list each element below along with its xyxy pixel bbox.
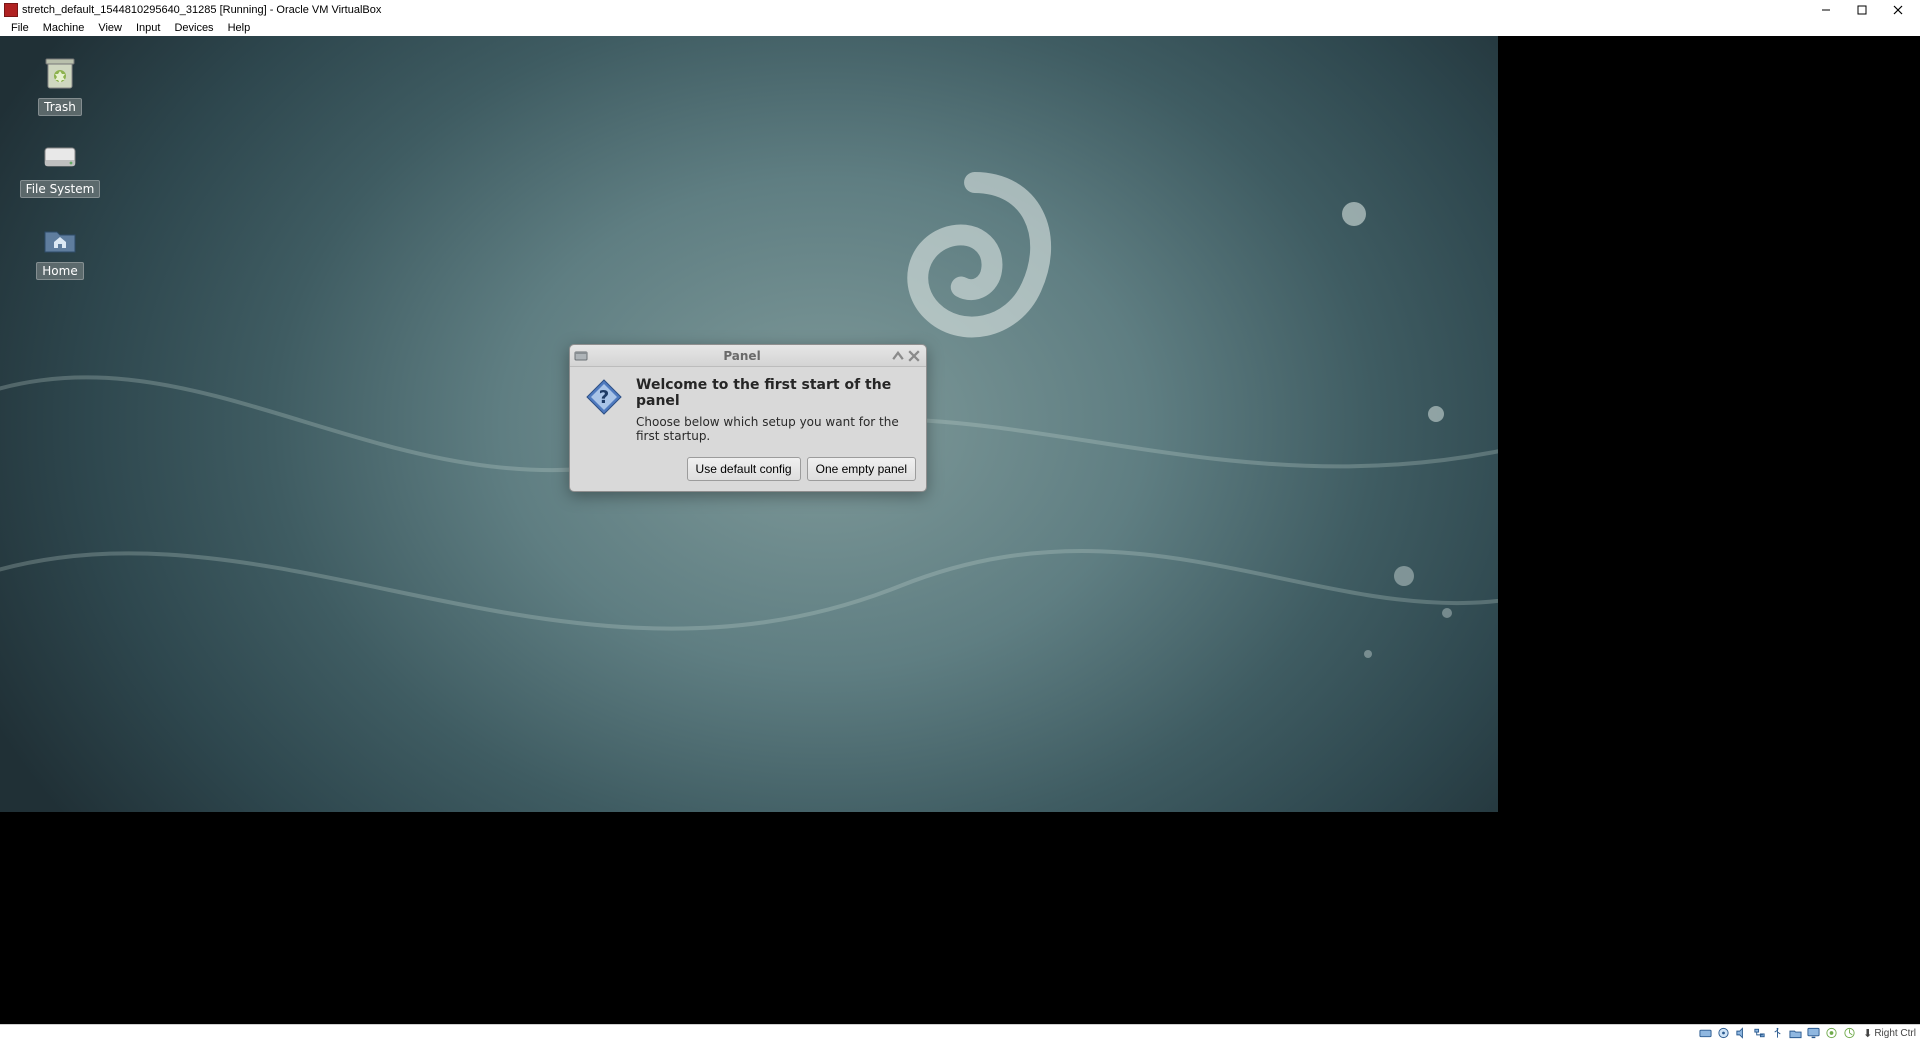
dialog-title: Panel [594,349,890,363]
status-network-icon[interactable] [1751,1026,1767,1040]
question-icon: ? [584,377,624,417]
maximize-button[interactable] [1844,0,1880,19]
panel-icon [574,349,588,363]
guest-viewport-wrap: Trash File System Home Panel [0,36,1920,1024]
menu-devices[interactable]: Devices [167,21,220,35]
menu-input[interactable]: Input [129,21,167,35]
dialog-shade-button[interactable] [890,348,906,364]
dialog-heading: Welcome to the first start of the panel [636,377,912,409]
desktop-icon-label: Trash [38,98,82,116]
one-empty-panel-button[interactable]: One empty panel [807,457,916,481]
host-window-menubar: File Machine View Input Devices Help [0,19,1920,36]
minimize-button[interactable] [1808,0,1844,19]
dialog-titlebar[interactable]: Panel [570,345,926,367]
status-audio-icon[interactable] [1733,1026,1749,1040]
status-hard-disk-icon[interactable] [1697,1026,1713,1040]
hostkey-arrow-icon: ⬇ [1863,1027,1872,1040]
desktop-icon-label: Home [36,262,83,280]
menu-file[interactable]: File [4,21,36,35]
dialog-close-button[interactable] [906,348,922,364]
menu-machine[interactable]: Machine [36,21,92,35]
close-button[interactable] [1880,0,1916,19]
wallpaper-dot [1442,608,1452,618]
wallpaper-dot [1342,202,1366,226]
host-status-bar: ⬇ Right Ctrl [0,1024,1920,1041]
wallpaper-dot [1394,566,1414,586]
trash-icon [40,54,80,94]
desktop-icon-label: File System [20,180,101,198]
debian-swirl-icon [870,151,1060,366]
host-key-label: Right Ctrl [1874,1028,1916,1039]
status-display-icon[interactable] [1805,1026,1821,1040]
panel-dialog: Panel ? Welcome to the first start of th… [569,344,927,492]
menu-view[interactable]: View [91,21,129,35]
menu-help[interactable]: Help [221,21,258,35]
svg-text:?: ? [599,387,609,408]
status-usb-icon[interactable] [1769,1026,1785,1040]
desktop-icon-home[interactable]: Home [26,218,94,280]
status-shared-folders-icon[interactable] [1787,1026,1803,1040]
status-optical-drive-icon[interactable] [1715,1026,1731,1040]
host-key-indicator[interactable]: ⬇ Right Ctrl [1863,1027,1916,1040]
drive-icon [40,136,80,176]
status-cpu-icon[interactable] [1841,1026,1857,1040]
wallpaper-dot [1428,406,1444,422]
wallpaper-dot [1364,650,1372,658]
host-window-titlebar: stretch_default_1544810295640_31285 [Run… [0,0,1920,19]
virtualbox-app-icon [4,3,18,17]
desktop-icon-filesystem[interactable]: File System [26,136,94,198]
dialog-message: Choose below which setup you want for th… [636,415,912,443]
status-recording-icon[interactable] [1823,1026,1839,1040]
host-window-title: stretch_default_1544810295640_31285 [Run… [22,4,381,16]
use-default-config-button[interactable]: Use default config [687,457,801,481]
home-folder-icon [40,218,80,258]
desktop-icon-trash[interactable]: Trash [26,54,94,116]
guest-desktop[interactable]: Trash File System Home Panel [0,36,1498,812]
